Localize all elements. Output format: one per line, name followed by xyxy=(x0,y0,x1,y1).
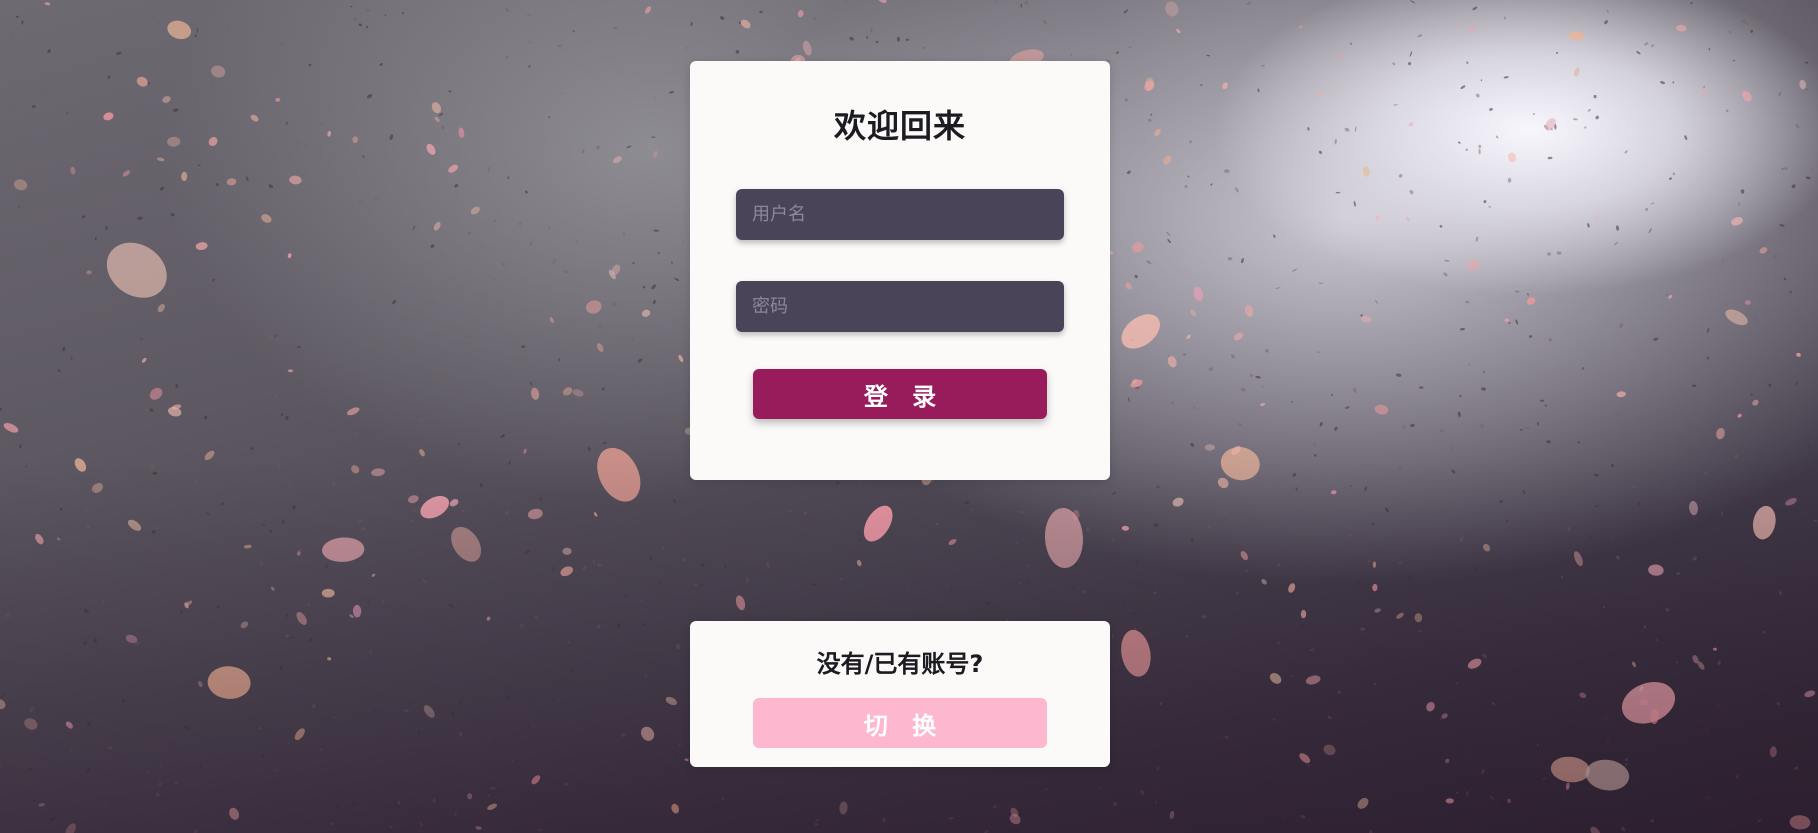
switch-prompt: 没有/已有账号? xyxy=(816,650,984,678)
username-input[interactable] xyxy=(736,189,1064,240)
login-title: 欢迎回来 xyxy=(833,107,966,145)
switch-card: 没有/已有账号? 切 换 xyxy=(690,621,1110,767)
login-button[interactable]: 登 录 xyxy=(753,369,1047,419)
login-card: 欢迎回来 登 录 xyxy=(690,61,1110,480)
password-input[interactable] xyxy=(736,281,1064,332)
switch-button[interactable]: 切 换 xyxy=(753,698,1047,748)
